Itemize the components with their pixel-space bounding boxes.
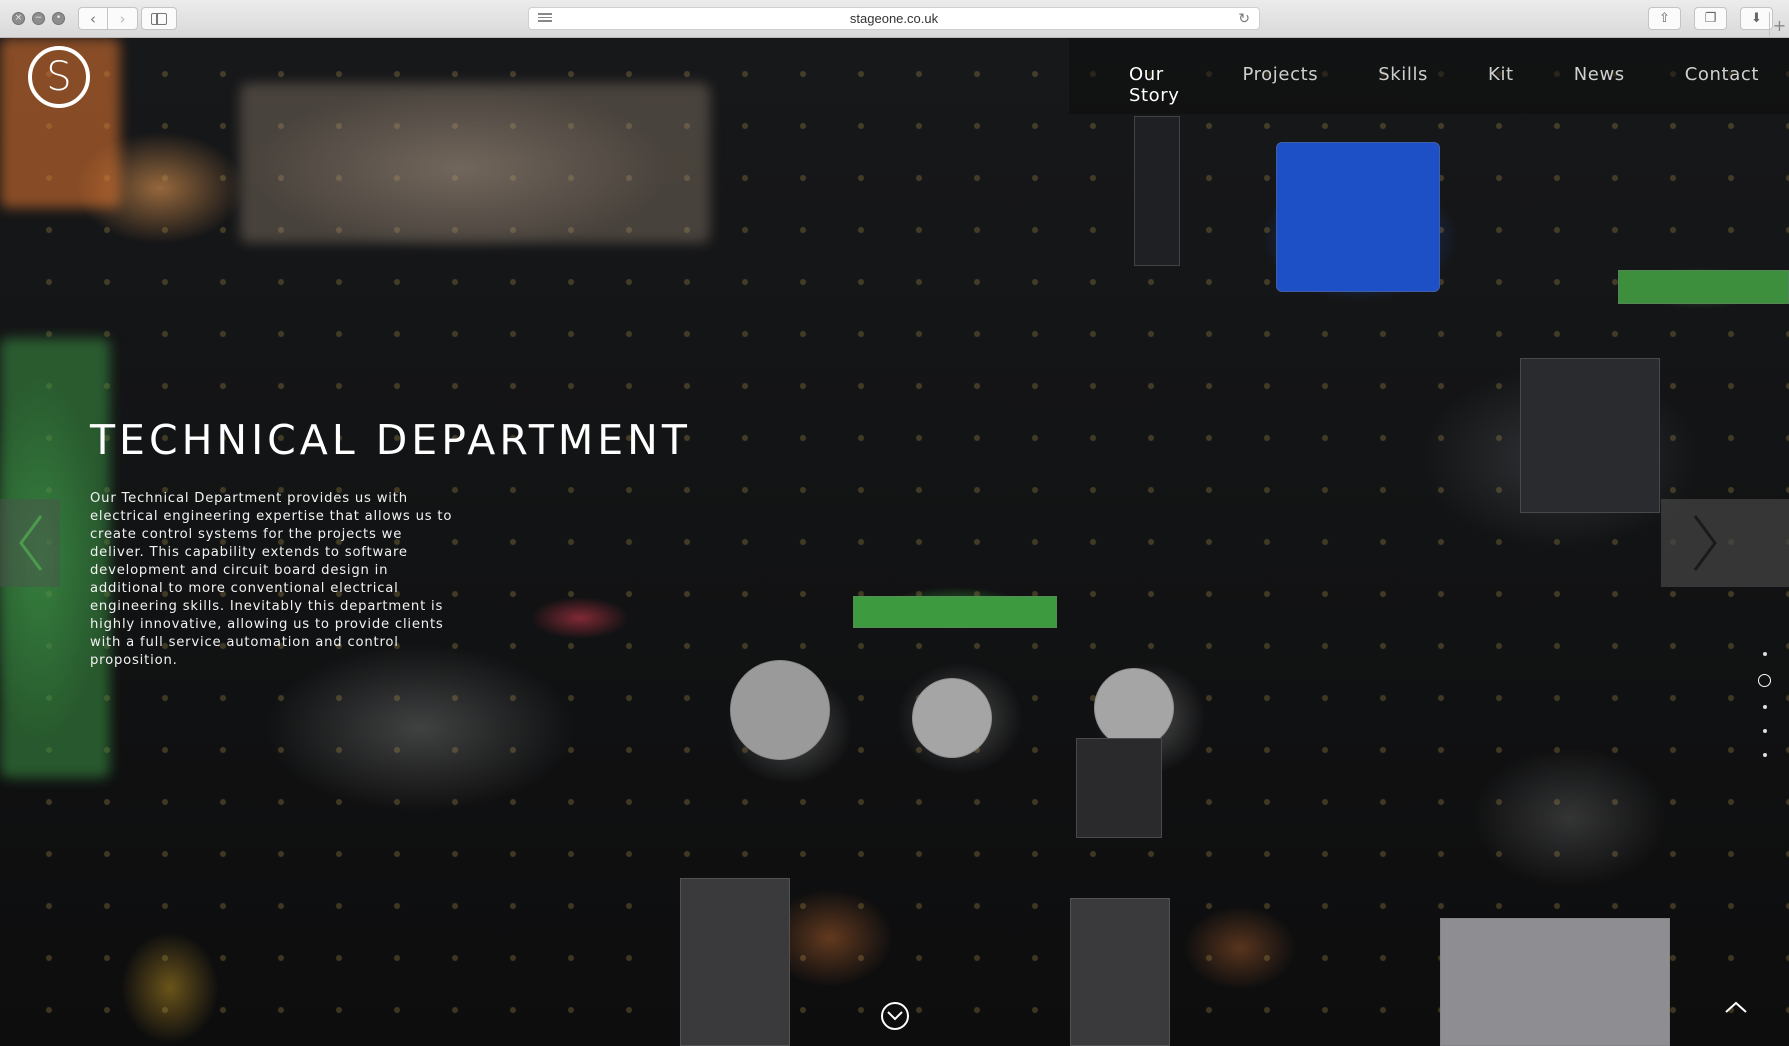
nav-our-story[interactable]: Our Story — [1129, 64, 1182, 106]
window-controls: × − • — [12, 12, 65, 25]
green-connector — [853, 596, 1057, 628]
history-buttons: ‹ › — [78, 7, 138, 30]
section-dot[interactable] — [1762, 705, 1767, 709]
relay-component — [240, 83, 710, 243]
nav-skills[interactable]: Skills — [1378, 64, 1428, 106]
blue-potentiometer — [1276, 142, 1440, 292]
ic-chip — [1134, 116, 1180, 266]
sidebar-icon — [151, 12, 167, 25]
nav-projects[interactable]: Projects — [1242, 64, 1318, 106]
hero-description: Our Technical Department provides us wit… — [90, 491, 453, 668]
section-dot[interactable] — [1762, 652, 1767, 656]
ic-chip — [680, 878, 790, 1046]
section-pagination — [1758, 642, 1771, 767]
logo-letter: S — [46, 54, 72, 100]
browser-toolbar: × − • ‹ › stageone.co.uk ↻ ⇧ ❐ ⬇ + — [0, 0, 1789, 38]
new-tab-button[interactable]: + — [1769, 12, 1789, 38]
close-icon[interactable]: × — [12, 12, 25, 25]
scroll-down-button[interactable] — [881, 1002, 909, 1030]
next-slide-button[interactable] — [1661, 499, 1789, 587]
page: S Our Story Projects Skills Kit News Con… — [0, 38, 1789, 1046]
nav-news[interactable]: News — [1574, 64, 1625, 106]
chevron-right-icon — [1693, 515, 1717, 571]
section-dot[interactable] — [1762, 753, 1767, 757]
previous-slide-button[interactable] — [0, 499, 60, 587]
site-logo[interactable]: S — [28, 46, 90, 108]
sidebar-toggle-button[interactable] — [141, 7, 177, 30]
chevron-down-circle-icon — [887, 1011, 903, 1021]
ic-chip — [1070, 898, 1170, 1046]
site-header: Our Story Projects Skills Kit News Conta… — [1069, 38, 1789, 114]
reader-view-icon[interactable] — [538, 13, 552, 24]
back-button[interactable]: ‹ — [78, 7, 108, 30]
fullscreen-icon[interactable]: • — [52, 12, 65, 25]
reload-icon[interactable]: ↻ — [1238, 10, 1250, 27]
capacitor — [1094, 668, 1174, 748]
url-text: stageone.co.uk — [849, 11, 939, 26]
toolbar-right: ⇧ ❐ ⬇ — [1648, 7, 1773, 30]
nav-kit[interactable]: Kit — [1488, 64, 1514, 106]
chevron-right-icon: › — [119, 9, 126, 28]
capacitor — [912, 678, 992, 758]
tabs-overview-icon[interactable]: ❐ — [1694, 7, 1727, 30]
section-dot[interactable] — [1762, 729, 1767, 733]
minimize-icon[interactable]: − — [32, 12, 45, 25]
green-connector-right — [1618, 270, 1789, 304]
hero-title: TECHNICAL DEPARTMENT — [90, 416, 691, 464]
usb-connector — [1440, 918, 1670, 1046]
microcontroller-chip — [1520, 358, 1660, 513]
address-bar[interactable]: stageone.co.uk ↻ — [528, 7, 1260, 30]
chevron-left-icon: ‹ — [90, 9, 96, 28]
share-icon[interactable]: ⇧ — [1648, 7, 1681, 30]
nav-contact[interactable]: Contact — [1685, 64, 1759, 106]
main-nav: Our Story Projects Skills Kit News Conta… — [1069, 64, 1759, 106]
ic-chip — [1076, 738, 1162, 838]
chevron-up-icon — [1725, 1001, 1747, 1013]
section-dot-active[interactable] — [1758, 674, 1771, 687]
back-to-top-button[interactable] — [1725, 998, 1747, 1017]
capacitor — [730, 660, 830, 760]
chevron-left-icon — [19, 515, 43, 571]
forward-button[interactable]: › — [108, 7, 138, 30]
